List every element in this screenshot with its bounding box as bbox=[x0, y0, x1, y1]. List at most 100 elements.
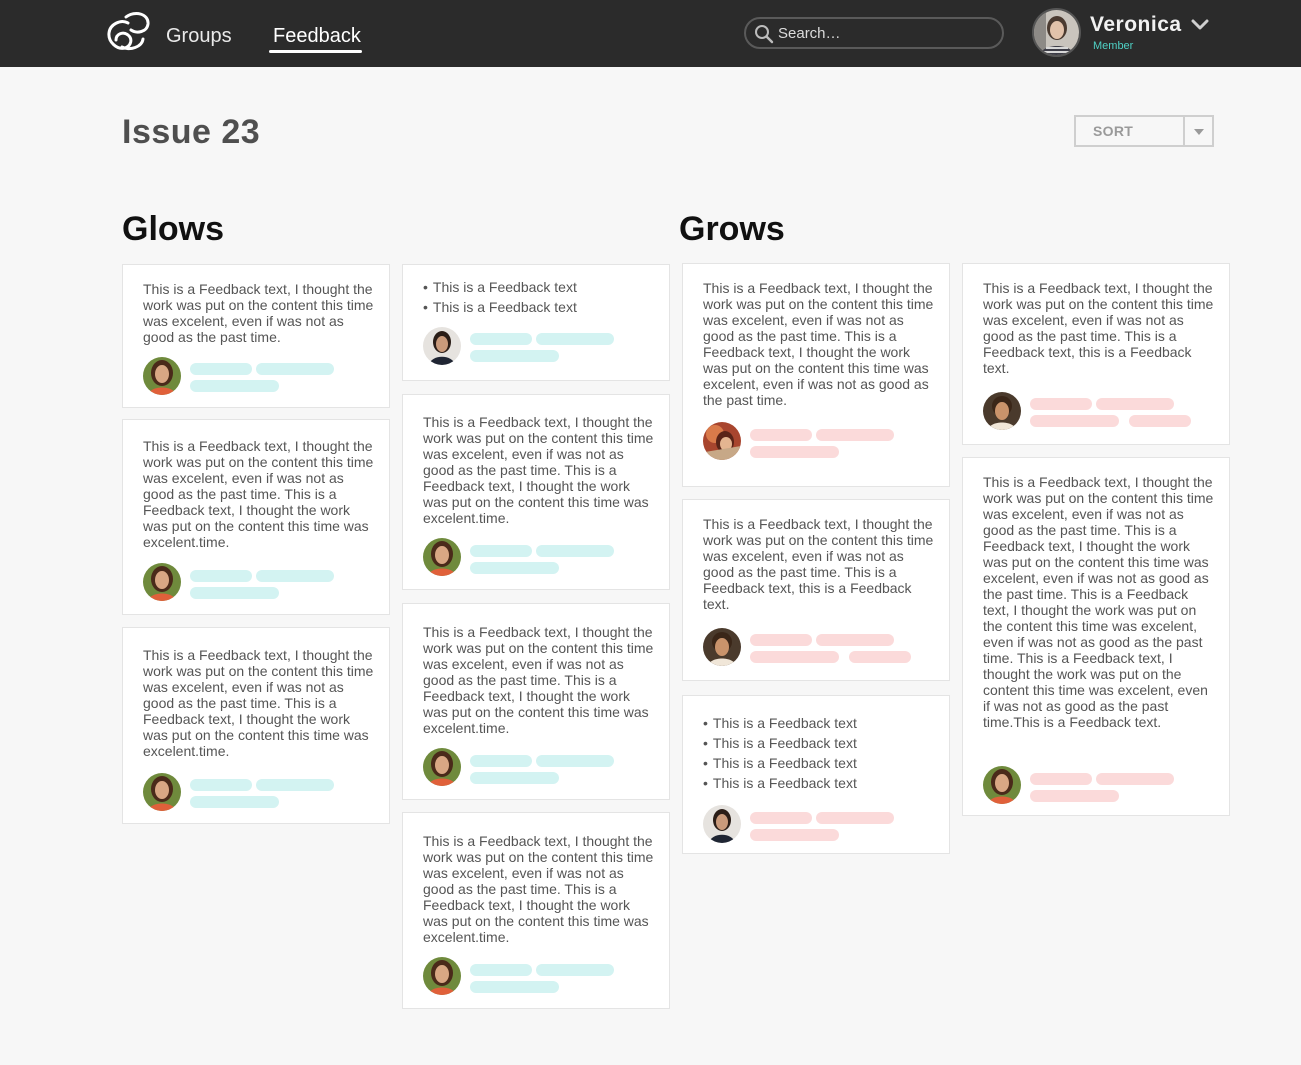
feedback-text: This is a Feedback text, I thought the w… bbox=[983, 280, 1214, 376]
meta-placeholder bbox=[816, 634, 894, 646]
meta-placeholder bbox=[750, 812, 812, 824]
meta-placeholder bbox=[750, 429, 812, 441]
glow-card[interactable]: This is a Feedback text, I thought the w… bbox=[402, 394, 670, 590]
meta-placeholder bbox=[536, 964, 614, 976]
glow-card[interactable]: This is a Feedback text, I thought the w… bbox=[402, 812, 670, 1009]
author-avatar bbox=[703, 422, 741, 460]
search-box[interactable] bbox=[744, 17, 1004, 49]
feedback-text: This is a Feedback text, I thought the w… bbox=[983, 474, 1214, 730]
meta-placeholder bbox=[470, 981, 559, 993]
meta-placeholder bbox=[470, 350, 559, 362]
feedback-text: This is a Feedback text, I thought the w… bbox=[423, 624, 654, 736]
meta-placeholder bbox=[1030, 398, 1092, 410]
grow-card[interactable]: This is a Feedback text, I thought the w… bbox=[682, 263, 950, 487]
nav-feedback-link[interactable]: Feedback bbox=[273, 24, 361, 48]
meta-placeholder bbox=[750, 651, 839, 663]
grows-heading: Grows bbox=[679, 210, 785, 248]
author-avatar bbox=[143, 357, 181, 395]
meta-placeholder bbox=[1096, 398, 1174, 410]
bullet-item: This is a Feedback text bbox=[703, 713, 857, 733]
meta-placeholder bbox=[190, 363, 252, 375]
feedback-text: This is a Feedback text, I thought the w… bbox=[423, 414, 654, 526]
meta-placeholder bbox=[470, 772, 559, 784]
meta-placeholder bbox=[536, 333, 614, 345]
meta-placeholder bbox=[190, 779, 252, 791]
top-nav-bar: Groups Feedback Veronica Member bbox=[0, 0, 1301, 67]
author-avatar bbox=[423, 538, 461, 576]
meta-placeholder bbox=[1129, 415, 1191, 427]
user-name[interactable]: Veronica bbox=[1090, 13, 1182, 37]
bullet-item: This is a Feedback text bbox=[423, 297, 577, 317]
author-avatar bbox=[143, 563, 181, 601]
meta-placeholder bbox=[256, 779, 334, 791]
glow-card[interactable]: This is a Feedback text, I thought the w… bbox=[122, 264, 390, 408]
meta-placeholder bbox=[190, 380, 279, 392]
feedback-bullet-list: This is a Feedback text This is a Feedba… bbox=[703, 713, 857, 793]
meta-placeholder bbox=[750, 829, 839, 841]
meta-placeholder bbox=[1096, 773, 1174, 785]
meta-placeholder bbox=[470, 964, 532, 976]
feedback-text: This is a Feedback text, I thought the w… bbox=[423, 833, 654, 945]
meta-placeholder bbox=[849, 651, 911, 663]
meta-placeholder bbox=[750, 446, 839, 458]
search-input[interactable] bbox=[778, 23, 993, 43]
meta-placeholder bbox=[256, 363, 334, 375]
app-logo-icon[interactable] bbox=[104, 11, 152, 53]
sort-divider bbox=[1183, 117, 1185, 145]
author-avatar bbox=[983, 392, 1021, 430]
meta-placeholder bbox=[190, 796, 279, 808]
meta-placeholder bbox=[750, 634, 812, 646]
meta-placeholder bbox=[1030, 415, 1119, 427]
grow-card[interactable]: This is a Feedback text, I thought the w… bbox=[682, 499, 950, 681]
grow-card[interactable]: This is a Feedback text This is a Feedba… bbox=[682, 695, 950, 854]
page-title: Issue 23 bbox=[122, 113, 261, 151]
meta-placeholder bbox=[470, 755, 532, 767]
search-icon bbox=[755, 25, 774, 44]
feedback-text: This is a Feedback text, I thought the w… bbox=[143, 438, 374, 550]
glow-card[interactable]: This is a Feedback text, I thought the w… bbox=[122, 627, 390, 824]
bullet-item: This is a Feedback text bbox=[703, 753, 857, 773]
meta-placeholder bbox=[1030, 790, 1119, 802]
user-avatar-photo bbox=[1034, 10, 1079, 55]
chevron-down-icon[interactable] bbox=[1191, 19, 1209, 31]
meta-placeholder bbox=[190, 570, 252, 582]
meta-placeholder bbox=[536, 755, 614, 767]
meta-placeholder bbox=[816, 429, 894, 441]
author-avatar bbox=[143, 773, 181, 811]
feedback-text: This is a Feedback text, I thought the w… bbox=[143, 281, 374, 345]
user-avatar[interactable] bbox=[1032, 8, 1081, 57]
feedback-text: This is a Feedback text, I thought the w… bbox=[703, 280, 934, 408]
author-avatar bbox=[423, 748, 461, 786]
meta-placeholder bbox=[470, 562, 559, 574]
meta-placeholder bbox=[1030, 773, 1092, 785]
sort-label: SORT bbox=[1093, 123, 1134, 139]
bullet-item: This is a Feedback text bbox=[703, 733, 857, 753]
nav-groups-link[interactable]: Groups bbox=[166, 24, 232, 48]
author-avatar bbox=[423, 327, 461, 365]
glow-card[interactable]: This is a Feedback text This is a Feedba… bbox=[402, 264, 670, 381]
glow-card[interactable]: This is a Feedback text, I thought the w… bbox=[402, 603, 670, 800]
meta-placeholder bbox=[190, 587, 279, 599]
author-avatar bbox=[423, 957, 461, 995]
user-role: Member bbox=[1093, 40, 1134, 52]
meta-placeholder bbox=[470, 545, 532, 557]
active-tab-indicator bbox=[269, 50, 362, 53]
meta-placeholder bbox=[470, 333, 532, 345]
author-avatar bbox=[983, 766, 1021, 804]
meta-placeholder bbox=[536, 545, 614, 557]
bullet-item: This is a Feedback text bbox=[423, 277, 577, 297]
grow-card[interactable]: This is a Feedback text, I thought the w… bbox=[962, 457, 1230, 816]
feedback-text: This is a Feedback text, I thought the w… bbox=[143, 647, 374, 759]
author-avatar bbox=[703, 628, 741, 666]
feedback-text: This is a Feedback text, I thought the w… bbox=[703, 516, 934, 612]
grow-card[interactable]: This is a Feedback text, I thought the w… bbox=[962, 263, 1230, 445]
caret-down-icon[interactable] bbox=[1193, 128, 1205, 136]
feedback-bullet-list: This is a Feedback text This is a Feedba… bbox=[423, 277, 577, 317]
glows-heading: Glows bbox=[122, 210, 225, 248]
sort-dropdown[interactable]: SORT bbox=[1074, 115, 1214, 147]
meta-placeholder bbox=[256, 570, 334, 582]
bullet-item: This is a Feedback text bbox=[703, 773, 857, 793]
author-avatar bbox=[703, 805, 741, 843]
meta-placeholder bbox=[816, 812, 894, 824]
glow-card[interactable]: This is a Feedback text, I thought the w… bbox=[122, 419, 390, 615]
